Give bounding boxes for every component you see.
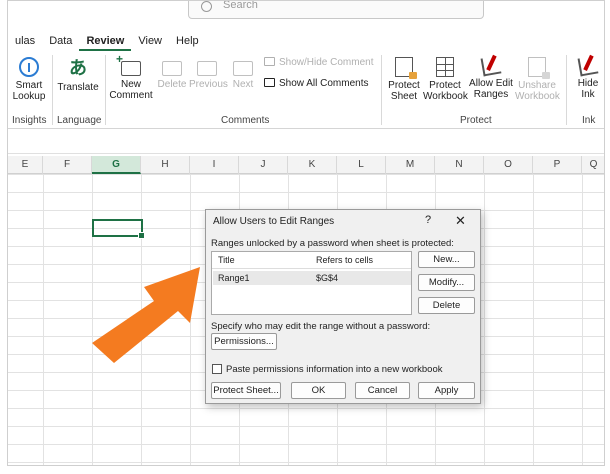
column-header-g[interactable]: G	[92, 156, 141, 174]
permissions-button[interactable]: Permissions...	[211, 333, 277, 350]
delete-comment-label: Delete	[157, 79, 187, 90]
protect-workbook-label: Protect Workbook	[423, 80, 468, 102]
paste-permissions-label: Paste permissions information into a new…	[226, 364, 443, 375]
group-separator	[105, 55, 106, 125]
new-comment-icon: +	[116, 53, 141, 76]
column-header-q[interactable]: Q	[582, 156, 604, 174]
delete-range-button[interactable]: Delete	[418, 297, 475, 314]
previous-comment-button[interactable]: Previous	[189, 57, 228, 90]
ink-icon	[577, 55, 599, 77]
column-header-e[interactable]: E	[8, 156, 43, 174]
group-insights-label: Insights	[12, 115, 47, 126]
allow-edit-ranges-icon	[480, 55, 502, 77]
protect-sheet-icon	[395, 57, 417, 79]
group-protect-label: Protect	[460, 115, 492, 126]
column-header-l[interactable]: L	[337, 156, 386, 174]
tab-help[interactable]: Help	[169, 33, 206, 51]
active-cell[interactable]	[92, 219, 145, 239]
column-header-f[interactable]: F	[43, 156, 92, 174]
ribbon: Smart Lookup Insights あ Translate Langua…	[8, 51, 604, 129]
show-all-comments-button[interactable]: Show All Comments	[264, 78, 368, 89]
hide-ink-button[interactable]: Hide Ink	[571, 55, 604, 100]
column-header-o[interactable]: O	[484, 156, 533, 174]
ok-button[interactable]: OK	[291, 382, 346, 399]
list-header: Title Refers to cells	[212, 252, 411, 269]
column-header-i[interactable]: I	[190, 156, 239, 174]
tab-data[interactable]: Data	[42, 33, 79, 51]
protect-sheet-button[interactable]: Protect Sheet	[385, 57, 423, 102]
unshare-workbook-icon	[528, 57, 550, 79]
cancel-button[interactable]: Cancel	[355, 382, 410, 399]
search-box[interactable]: Search	[188, 0, 484, 19]
group-comments-label: Comments	[221, 115, 270, 126]
delete-comment-icon	[162, 61, 182, 76]
next-comment-icon	[233, 61, 253, 76]
protect-sheet-dialog-button[interactable]: Protect Sheet...	[211, 382, 281, 399]
formula-bar[interactable]	[8, 132, 604, 154]
arrow-shape	[92, 267, 200, 363]
translate-label: Translate	[57, 82, 99, 93]
ranges-list[interactable]: Title Refers to cells Range1 $G$4	[211, 251, 412, 315]
translate-button[interactable]: あ Translate	[56, 57, 100, 93]
column-header-k[interactable]: K	[288, 156, 337, 174]
unshare-workbook-button[interactable]: Unshare Workbook	[515, 57, 560, 102]
show-hide-comment-button[interactable]: Show/Hide Comment	[264, 57, 373, 68]
column-headers: E F G H I J K L M N O P Q	[8, 156, 604, 174]
range-refers: $G$4	[316, 273, 339, 283]
show-hide-comment-label: Show/Hide Comment	[279, 57, 374, 68]
group-language-label: Language	[57, 115, 102, 126]
unshare-workbook-label: Unshare Workbook	[515, 80, 560, 102]
protect-workbook-icon	[436, 57, 454, 77]
range-title: Range1	[218, 273, 250, 283]
column-header-n[interactable]: N	[435, 156, 484, 174]
paste-permissions-checkbox[interactable]	[212, 364, 222, 374]
protect-workbook-button[interactable]: Protect Workbook	[423, 57, 468, 102]
excel-window: Search ulas Data Review View Help Smart …	[7, 0, 605, 466]
close-icon[interactable]: ✕	[455, 213, 466, 229]
help-icon[interactable]: ?	[425, 214, 431, 226]
group-ink-label: Ink	[582, 115, 596, 126]
show-hide-comment-icon	[264, 57, 275, 66]
smart-lookup-button[interactable]: Smart Lookup	[12, 57, 46, 102]
smart-lookup-label: Smart Lookup	[12, 80, 46, 102]
previous-comment-icon	[197, 61, 217, 76]
new-comment-button[interactable]: + New Comment	[109, 53, 153, 101]
protect-sheet-label: Protect Sheet	[388, 80, 420, 102]
new-range-button[interactable]: New...	[418, 251, 475, 268]
column-header-j[interactable]: J	[239, 156, 288, 174]
allow-edit-ranges-label: Allow Edit Ranges	[469, 78, 513, 100]
tab-view[interactable]: View	[131, 33, 169, 51]
column-header-h[interactable]: H	[141, 156, 190, 174]
search-placeholder: Search	[223, 0, 258, 11]
allow-users-edit-ranges-dialog: Allow Users to Edit Ranges ? ✕ Ranges un…	[205, 209, 481, 404]
next-comment-label: Next	[232, 79, 254, 90]
hide-ink-label: Hide Ink	[577, 78, 599, 100]
tab-formulas[interactable]: ulas	[8, 33, 42, 51]
modify-range-button[interactable]: Modify...	[418, 274, 475, 291]
group-separator	[52, 55, 53, 125]
tab-review[interactable]: Review	[79, 33, 132, 51]
smart-lookup-icon	[19, 57, 39, 77]
column-refers-header[interactable]: Refers to cells	[316, 255, 373, 265]
previous-comment-label: Previous	[189, 79, 228, 90]
ranges-label: Ranges unlocked by a password when sheet…	[211, 238, 454, 249]
next-comment-button[interactable]: Next	[229, 57, 257, 90]
column-header-m[interactable]: M	[386, 156, 435, 174]
search-icon	[201, 1, 212, 12]
column-title-header[interactable]: Title	[218, 255, 235, 265]
show-all-comments-icon	[264, 78, 275, 87]
new-comment-label: New Comment	[109, 79, 153, 101]
list-item[interactable]: Range1 $G$4	[213, 271, 411, 285]
apply-button[interactable]: Apply	[418, 382, 475, 399]
column-header-p[interactable]: P	[533, 156, 582, 174]
show-all-comments-label: Show All Comments	[279, 78, 369, 89]
ribbon-tabs: ulas Data Review View Help	[8, 33, 206, 51]
delete-comment-button[interactable]: Delete	[157, 57, 187, 90]
allow-edit-ranges-button[interactable]: Allow Edit Ranges	[469, 55, 513, 100]
group-separator	[381, 55, 382, 125]
dialog-title: Allow Users to Edit Ranges	[213, 216, 335, 227]
group-separator	[566, 55, 567, 125]
specify-label: Specify who may edit the range without a…	[211, 321, 431, 332]
translate-icon: あ	[69, 58, 87, 78]
